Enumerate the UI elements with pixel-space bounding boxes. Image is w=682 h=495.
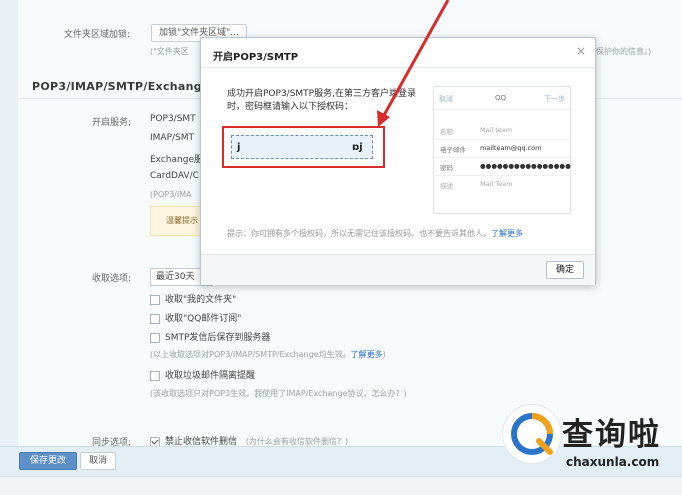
phone-row-value: mailteam@qq.com bbox=[480, 144, 542, 152]
protocol-section-title: POP3/IMAP/SMTP/Exchange bbox=[32, 80, 210, 93]
protocol-note: (POP3/IMA bbox=[150, 190, 192, 199]
checkbox-icon[interactable] bbox=[150, 332, 160, 343]
junk-reminder-option[interactable]: 收取垃圾邮件隔离提醒 bbox=[150, 368, 255, 381]
dialog-tip-text: 提示：你可拥有多个授权码，所以无需记住该授权码。也不要告诉其他人。 bbox=[227, 229, 491, 238]
phone-row-value: ●●●●●●●●●●●●●●●● bbox=[480, 162, 571, 170]
phone-row-key: 描述 bbox=[440, 182, 453, 190]
phone-row-value: Mail team bbox=[480, 126, 513, 134]
receive-qq-subscription-option[interactable]: 收取"QQ邮件订阅" bbox=[150, 311, 241, 324]
option-label: SMTP发信后保存到服务器 bbox=[165, 333, 271, 343]
receive-note-end: ) bbox=[382, 350, 386, 359]
phone-row-key: 密码 bbox=[440, 164, 453, 172]
phone-row-password: 密码 ●●●●●●●●●●●●●●●● bbox=[434, 157, 571, 176]
protocol-imap: IMAP/SMT bbox=[150, 133, 195, 143]
dialog-title: 开启POP3/SMTP bbox=[213, 52, 299, 63]
dialog-footer bbox=[201, 254, 595, 285]
dialog-message: 成功开启POP3/SMTP服务,在第三方客户端登录时，密码框请输入以下授权码： bbox=[227, 89, 416, 112]
dialog-learn-more-link[interactable]: 了解更多 bbox=[491, 229, 523, 238]
open-service-label: 开启服务: bbox=[92, 118, 132, 128]
hint-text: 温馨提示 bbox=[166, 216, 198, 225]
protocol-exchange: Exchange服 bbox=[150, 155, 203, 165]
close-icon[interactable]: × bbox=[576, 44, 586, 58]
pop3-only-note: (该收取选项只对POP3生效。我使用了IMAP/Exchange协议，怎么办？) bbox=[150, 389, 407, 398]
ok-button[interactable]: 确定 bbox=[546, 261, 584, 279]
protocol-pop3: POP3/SMT bbox=[150, 114, 196, 124]
learn-more-link[interactable]: 了解更多 bbox=[351, 350, 383, 359]
phone-cancel: 取消 bbox=[439, 95, 453, 103]
dialog-divider bbox=[201, 67, 595, 68]
left-rail bbox=[0, 0, 19, 494]
phone-next: 下一步 bbox=[544, 95, 565, 103]
phone-title: QQ bbox=[495, 94, 507, 102]
checkbox-icon[interactable] bbox=[150, 313, 160, 324]
footer-strip bbox=[0, 476, 682, 495]
phone-illustration: 取消 QQ 下一步 名称 Mail team 电子邮件 mailteam@qq.… bbox=[433, 86, 571, 214]
phone-row-desc: 描述 Mail Team bbox=[434, 175, 570, 193]
phone-row-key: 名称 bbox=[440, 128, 453, 136]
folder-lock-note-right: 保护你的信息。) bbox=[596, 47, 652, 56]
checkbox-checked-icon[interactable] bbox=[150, 436, 160, 447]
phone-row-name: 名称 Mail team bbox=[434, 121, 570, 140]
watermark-name: 查询啦 bbox=[562, 417, 661, 453]
receive-note: (以上收取选项对POP3/IMAP/SMTP/Exchange均生效。了解更多) bbox=[150, 349, 386, 360]
forbid-delete-note[interactable]: (为什么会有收信软件删信？) bbox=[246, 437, 348, 446]
protocol-carddav: CardDAV/C bbox=[150, 171, 199, 181]
receive-note-text: (以上收取选项对POP3/IMAP/SMTP/Exchange均生效。 bbox=[150, 350, 351, 359]
option-label: 收取垃圾邮件隔离提醒 bbox=[165, 371, 256, 381]
receive-options-label: 收取选项: bbox=[92, 274, 132, 284]
pop3-smtp-dialog: 开启POP3/SMTP × 成功开启POP3/SMTP服务,在第三方客户端登录时… bbox=[200, 37, 596, 285]
phone-row-value: Mail Team bbox=[480, 180, 513, 188]
save-button[interactable]: 保存更改 bbox=[19, 452, 77, 470]
auth-code-end: ɒj bbox=[352, 142, 363, 153]
checkbox-icon[interactable] bbox=[150, 294, 160, 305]
folder-lock-label: 文件夹区域加锁: bbox=[64, 30, 131, 40]
cancel-button[interactable]: 取消 bbox=[80, 452, 116, 470]
folder-lock-note: ("文件夹区 bbox=[150, 47, 189, 56]
phone-row-key: 电子邮件 bbox=[440, 146, 466, 154]
phone-header: 取消 QQ 下一步 bbox=[434, 87, 570, 110]
checkbox-icon[interactable] bbox=[150, 370, 160, 381]
dialog-tip: 提示：你可拥有多个授权码，所以无需记住该授权码。也不要告诉其他人。了解更多 bbox=[227, 228, 523, 239]
receive-my-folders-option[interactable]: 收取"我的文件夹" bbox=[150, 292, 236, 305]
watermark-domain: chaxunla.com bbox=[566, 455, 660, 469]
watermark-logo-icon bbox=[503, 405, 561, 463]
phone-row-email: 电子邮件 mailteam@qq.com bbox=[434, 139, 570, 158]
auth-code-start: j bbox=[237, 142, 241, 153]
option-label: 收取"我的文件夹" bbox=[165, 295, 237, 305]
smtp-save-option[interactable]: SMTP发信后保存到服务器 bbox=[150, 330, 270, 343]
option-label: 收取"QQ邮件订阅" bbox=[165, 314, 242, 324]
